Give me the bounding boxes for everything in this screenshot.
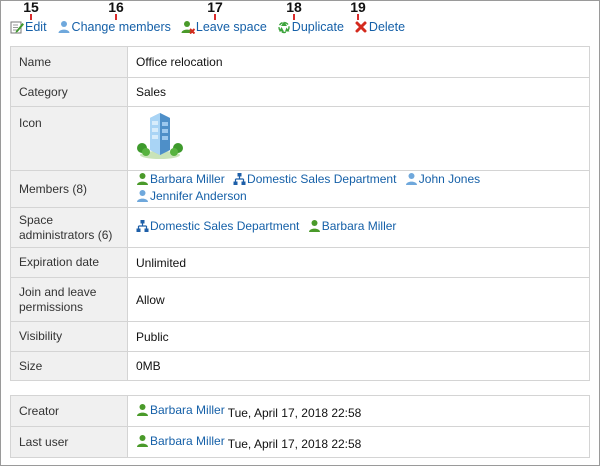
callout-19: 19 (343, 0, 373, 20)
edit-icon (10, 21, 24, 34)
name-value: Office relocation (127, 46, 590, 78)
creator-name: Barbara Miller (150, 402, 225, 417)
row-creator: Creator Barbara Miller Tue, April 17, 20… (10, 395, 590, 427)
member-barbara-miller[interactable]: Barbara Miller (136, 172, 225, 186)
user-icon (308, 220, 320, 232)
duplicate-button[interactable]: Duplicate (277, 20, 344, 34)
row-last-user: Last user Barbara Miller Tue, April 17, … (10, 426, 590, 458)
organization-icon (233, 173, 246, 185)
expiration-value: Unlimited (127, 247, 590, 278)
callout-number: 16 (108, 0, 124, 15)
callout-16: 16 (101, 0, 131, 20)
admin-barbara-miller[interactable]: Barbara Miller (308, 219, 397, 233)
creator-timestamp: Tue, April 17, 2018 22:58 (227, 405, 362, 420)
row-members: Members (8) Barbara Miller Domestic Sale… (10, 170, 590, 208)
member-john-jones[interactable]: John Jones (405, 172, 480, 186)
callout-17: 17 (200, 0, 230, 20)
user-icon (137, 190, 148, 202)
member-domestic-sales[interactable]: Domestic Sales Department (233, 172, 396, 186)
space-details-table: Name Office relocation Category Sales Ic… (10, 46, 590, 381)
row-expiration-date: Expiration date Unlimited (10, 247, 590, 278)
visibility-value: Public (127, 321, 590, 352)
user-icon (137, 434, 148, 447)
leave-user-icon (181, 21, 195, 34)
member-name: Domestic Sales Department (247, 172, 397, 186)
member-name: Jennifer Anderson (150, 189, 247, 203)
member-name: Barbara Miller (150, 172, 225, 186)
user-group-icon (58, 21, 70, 33)
space-admins-label: Space administrators (6) (10, 207, 128, 248)
last-user-value: Barbara Miller Tue, April 17, 2018 22:58 (127, 426, 590, 458)
category-label: Category (10, 77, 128, 107)
history-table: Creator Barbara Miller Tue, April 17, 20… (10, 395, 590, 458)
creator-label: Creator (10, 395, 128, 427)
delete-label: Delete (368, 20, 406, 34)
change-members-button[interactable]: Change members (57, 20, 171, 34)
row-size: Size 0MB (10, 351, 590, 381)
join-leave-value: Allow (127, 277, 590, 322)
space-admins-value: Domestic Sales Department Barbara Miller (127, 207, 590, 248)
admin-name: Domestic Sales Department (150, 219, 300, 233)
size-value: 0MB (127, 351, 590, 381)
delete-x-icon (355, 21, 367, 33)
callout-15: 15 (16, 0, 46, 20)
user-icon (405, 173, 417, 185)
row-category: Category Sales (10, 77, 590, 107)
callout-number: 19 (350, 0, 366, 15)
admin-name: Barbara Miller (321, 219, 397, 233)
building-icon (137, 113, 183, 159)
admin-domestic-sales[interactable]: Domestic Sales Department (136, 219, 299, 233)
member-name: John Jones (418, 172, 481, 186)
last-user-link[interactable]: Barbara Miller (136, 434, 225, 448)
expiration-label: Expiration date (10, 247, 128, 278)
row-space-administrators: Space administrators (6) Domestic Sales … (10, 207, 590, 248)
row-join-leave: Join and leave permissions Allow (10, 277, 590, 322)
row-icon: Icon (10, 106, 590, 171)
leave-space-button[interactable]: Leave space (181, 20, 267, 34)
callout-number: 15 (23, 0, 39, 15)
edit-button[interactable]: Edit (10, 20, 47, 34)
creator-value: Barbara Miller Tue, April 17, 2018 22:58 (127, 395, 590, 427)
action-toolbar: Edit Change members Leave space Duplicat… (10, 19, 415, 35)
last-user-name: Barbara Miller (150, 433, 225, 448)
delete-button[interactable]: Delete (354, 20, 405, 34)
visibility-label: Visibility (10, 321, 128, 352)
row-name: Name Office relocation (10, 46, 590, 78)
leave-space-label: Leave space (195, 20, 267, 34)
member-jennifer-anderson[interactable]: Jennifer Anderson (136, 189, 247, 203)
members-value: Barbara Miller Domestic Sales Department… (127, 170, 590, 208)
callout-18: 18 (279, 0, 309, 20)
join-leave-label: Join and leave permissions (10, 277, 128, 322)
edit-label: Edit (25, 20, 47, 34)
last-user-timestamp: Tue, April 17, 2018 22:58 (227, 436, 362, 451)
recycle-icon (278, 21, 290, 34)
members-label: Members (8) (10, 170, 128, 208)
size-label: Size (10, 351, 128, 381)
icon-label: Icon (10, 106, 128, 171)
category-value: Sales (127, 77, 590, 107)
last-user-label: Last user (10, 426, 128, 458)
icon-value (127, 106, 590, 171)
creator-user-link[interactable]: Barbara Miller (136, 403, 225, 417)
callout-number: 18 (286, 0, 302, 15)
change-members-label: Change members (71, 20, 171, 34)
user-icon (137, 403, 148, 416)
row-visibility: Visibility Public (10, 321, 590, 352)
callout-number: 17 (207, 0, 223, 15)
name-label: Name (10, 46, 128, 78)
organization-icon (136, 220, 149, 232)
user-icon (137, 173, 148, 185)
duplicate-label: Duplicate (291, 20, 344, 34)
